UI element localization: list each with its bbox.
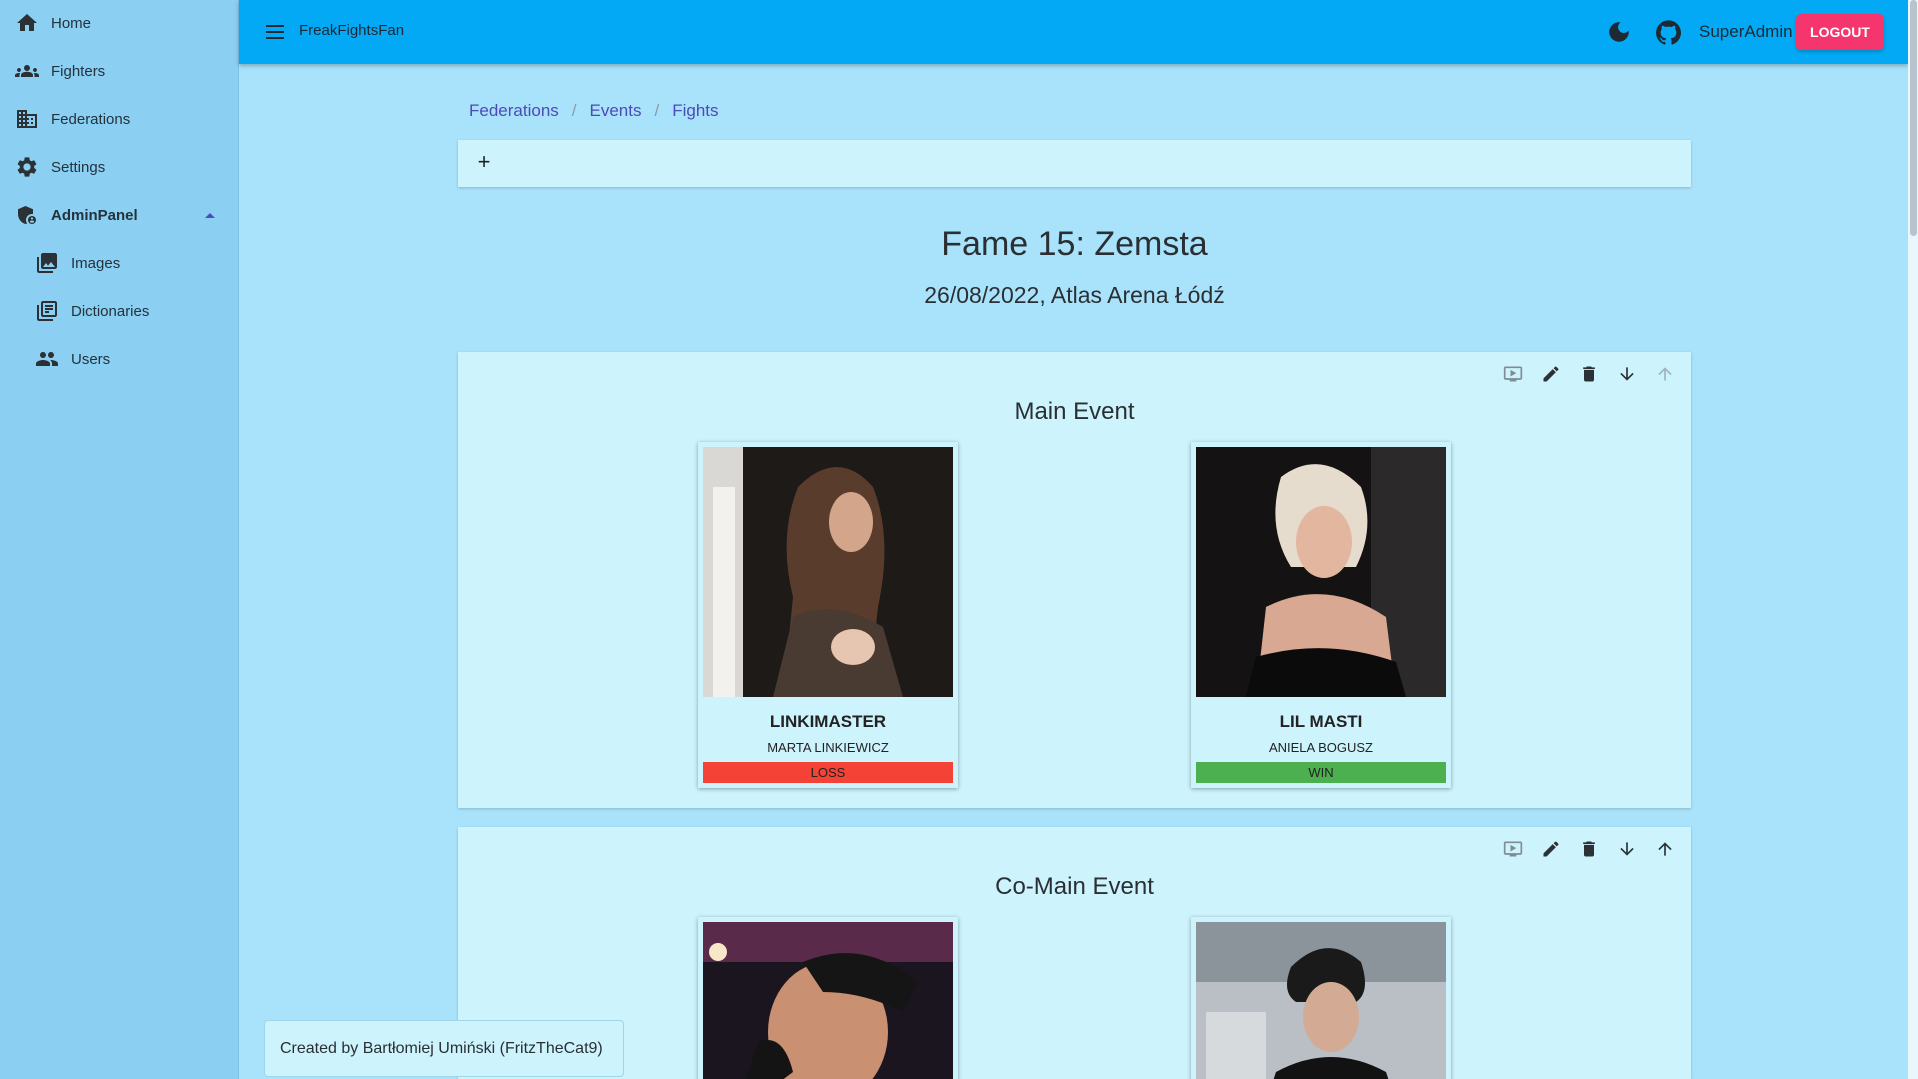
breadcrumb: Federations / Events / Fights [469, 101, 719, 121]
fighter-card[interactable]: LIL MASTI ANIELA BOGUSZ WIN [1191, 442, 1451, 788]
menu-icon[interactable] [263, 20, 287, 44]
fighter-photo [1196, 447, 1446, 697]
sidebar-item-settings[interactable]: Settings [0, 147, 239, 187]
photo-library-icon [35, 251, 59, 275]
scrollbar-thumb[interactable] [1910, 0, 1917, 236]
github-icon[interactable] [1655, 19, 1682, 46]
edit-icon[interactable] [1539, 837, 1563, 861]
result-badge: LOSS [703, 762, 953, 783]
sidebar-item-adminpanel[interactable]: AdminPanel [0, 195, 239, 235]
sidebar-item-label: Users [71, 350, 111, 368]
fight-label: Main Event [1014, 398, 1135, 425]
result-badge: WIN [1196, 762, 1446, 783]
edit-icon[interactable] [1539, 362, 1563, 386]
sidebar-item-label: Dictionaries [71, 302, 150, 320]
chevron-up-icon [205, 213, 215, 218]
breadcrumb-separator: / [654, 101, 660, 120]
fighter-photo [703, 922, 953, 1079]
fighter-card[interactable] [1191, 917, 1451, 1079]
add-fight-button[interactable]: + [472, 150, 496, 174]
breadcrumb-fights[interactable]: Fights [672, 101, 718, 121]
fighter-card[interactable]: LINKIMASTER MARTA LINKIEWICZ LOSS [698, 442, 958, 788]
fight-label: Co-Main Event [995, 873, 1154, 900]
event-title: Fame 15: Zemsta [941, 225, 1208, 263]
footer-credit: Created by Bartłomiej Umiński (FritzTheC… [264, 1020, 624, 1077]
home-icon [15, 11, 39, 35]
fighter-photo [703, 447, 953, 697]
fighter-photo [1196, 922, 1446, 1079]
sidebar-item-label: AdminPanel [51, 206, 138, 224]
fight-actions [1501, 837, 1677, 861]
sidebar: Home Fighters Federations Settings Admin… [0, 0, 239, 1079]
fight-actions [1501, 362, 1677, 386]
arrow-down-icon[interactable] [1615, 362, 1639, 386]
breadcrumb-separator: / [571, 101, 577, 120]
sidebar-item-label: Settings [51, 158, 106, 176]
fight-card-main-event: Main Event LINKIMASTER MARTA LINKIEWICZ … [458, 352, 1691, 808]
library-books-icon [35, 299, 59, 323]
sidebar-item-fighters[interactable]: Fighters [0, 51, 239, 91]
groups-icon [15, 59, 39, 83]
logout-button[interactable]: LOGOUT [1796, 14, 1884, 50]
people-icon [35, 347, 59, 371]
sidebar-item-federations[interactable]: Federations [0, 99, 239, 139]
sidebar-item-label: Federations [51, 110, 131, 128]
arrow-up-icon[interactable] [1653, 837, 1677, 861]
sidebar-item-dictionaries[interactable]: Dictionaries [0, 291, 239, 331]
video-icon[interactable] [1501, 362, 1525, 386]
breadcrumb-events[interactable]: Events [590, 101, 642, 121]
top-app-bar: FreakFightsFan SuperAdmin LOGOUT [239, 0, 1908, 64]
sidebar-item-label: Images [71, 254, 121, 272]
fighter-nickname: LINKIMASTER [769, 712, 887, 731]
arrow-up-icon[interactable] [1653, 362, 1677, 386]
delete-icon[interactable] [1577, 362, 1601, 386]
fighter-name: ANIELA BOGUSZ [1268, 740, 1374, 755]
dark-mode-icon[interactable] [1606, 19, 1632, 45]
fight-card-co-main-event: Co-Main Event [458, 827, 1691, 1079]
arrow-down-icon[interactable] [1615, 837, 1639, 861]
breadcrumb-federations[interactable]: Federations [469, 101, 559, 121]
sidebar-item-users[interactable]: Users [0, 339, 239, 379]
delete-icon[interactable] [1577, 837, 1601, 861]
admin-shield-icon [15, 203, 39, 227]
app-title[interactable]: FreakFightsFan [299, 22, 404, 39]
fighter-name: MARTA LINKIEWICZ [767, 740, 889, 755]
sidebar-item-label: Home [51, 14, 92, 32]
user-name: SuperAdmin [1699, 22, 1793, 41]
sidebar-item-home[interactable]: Home [0, 3, 239, 43]
add-fight-bar: + [458, 140, 1691, 187]
event-subtitle: 26/08/2022, Atlas Arena Łódź [924, 282, 1225, 308]
sidebar-item-images[interactable]: Images [0, 243, 239, 283]
gear-icon [15, 155, 39, 179]
sidebar-item-label: Fighters [51, 62, 106, 80]
domain-icon [15, 107, 39, 131]
fighter-card[interactable] [698, 917, 958, 1079]
video-icon[interactable] [1501, 837, 1525, 861]
fighter-nickname: LIL MASTI [1279, 712, 1363, 731]
